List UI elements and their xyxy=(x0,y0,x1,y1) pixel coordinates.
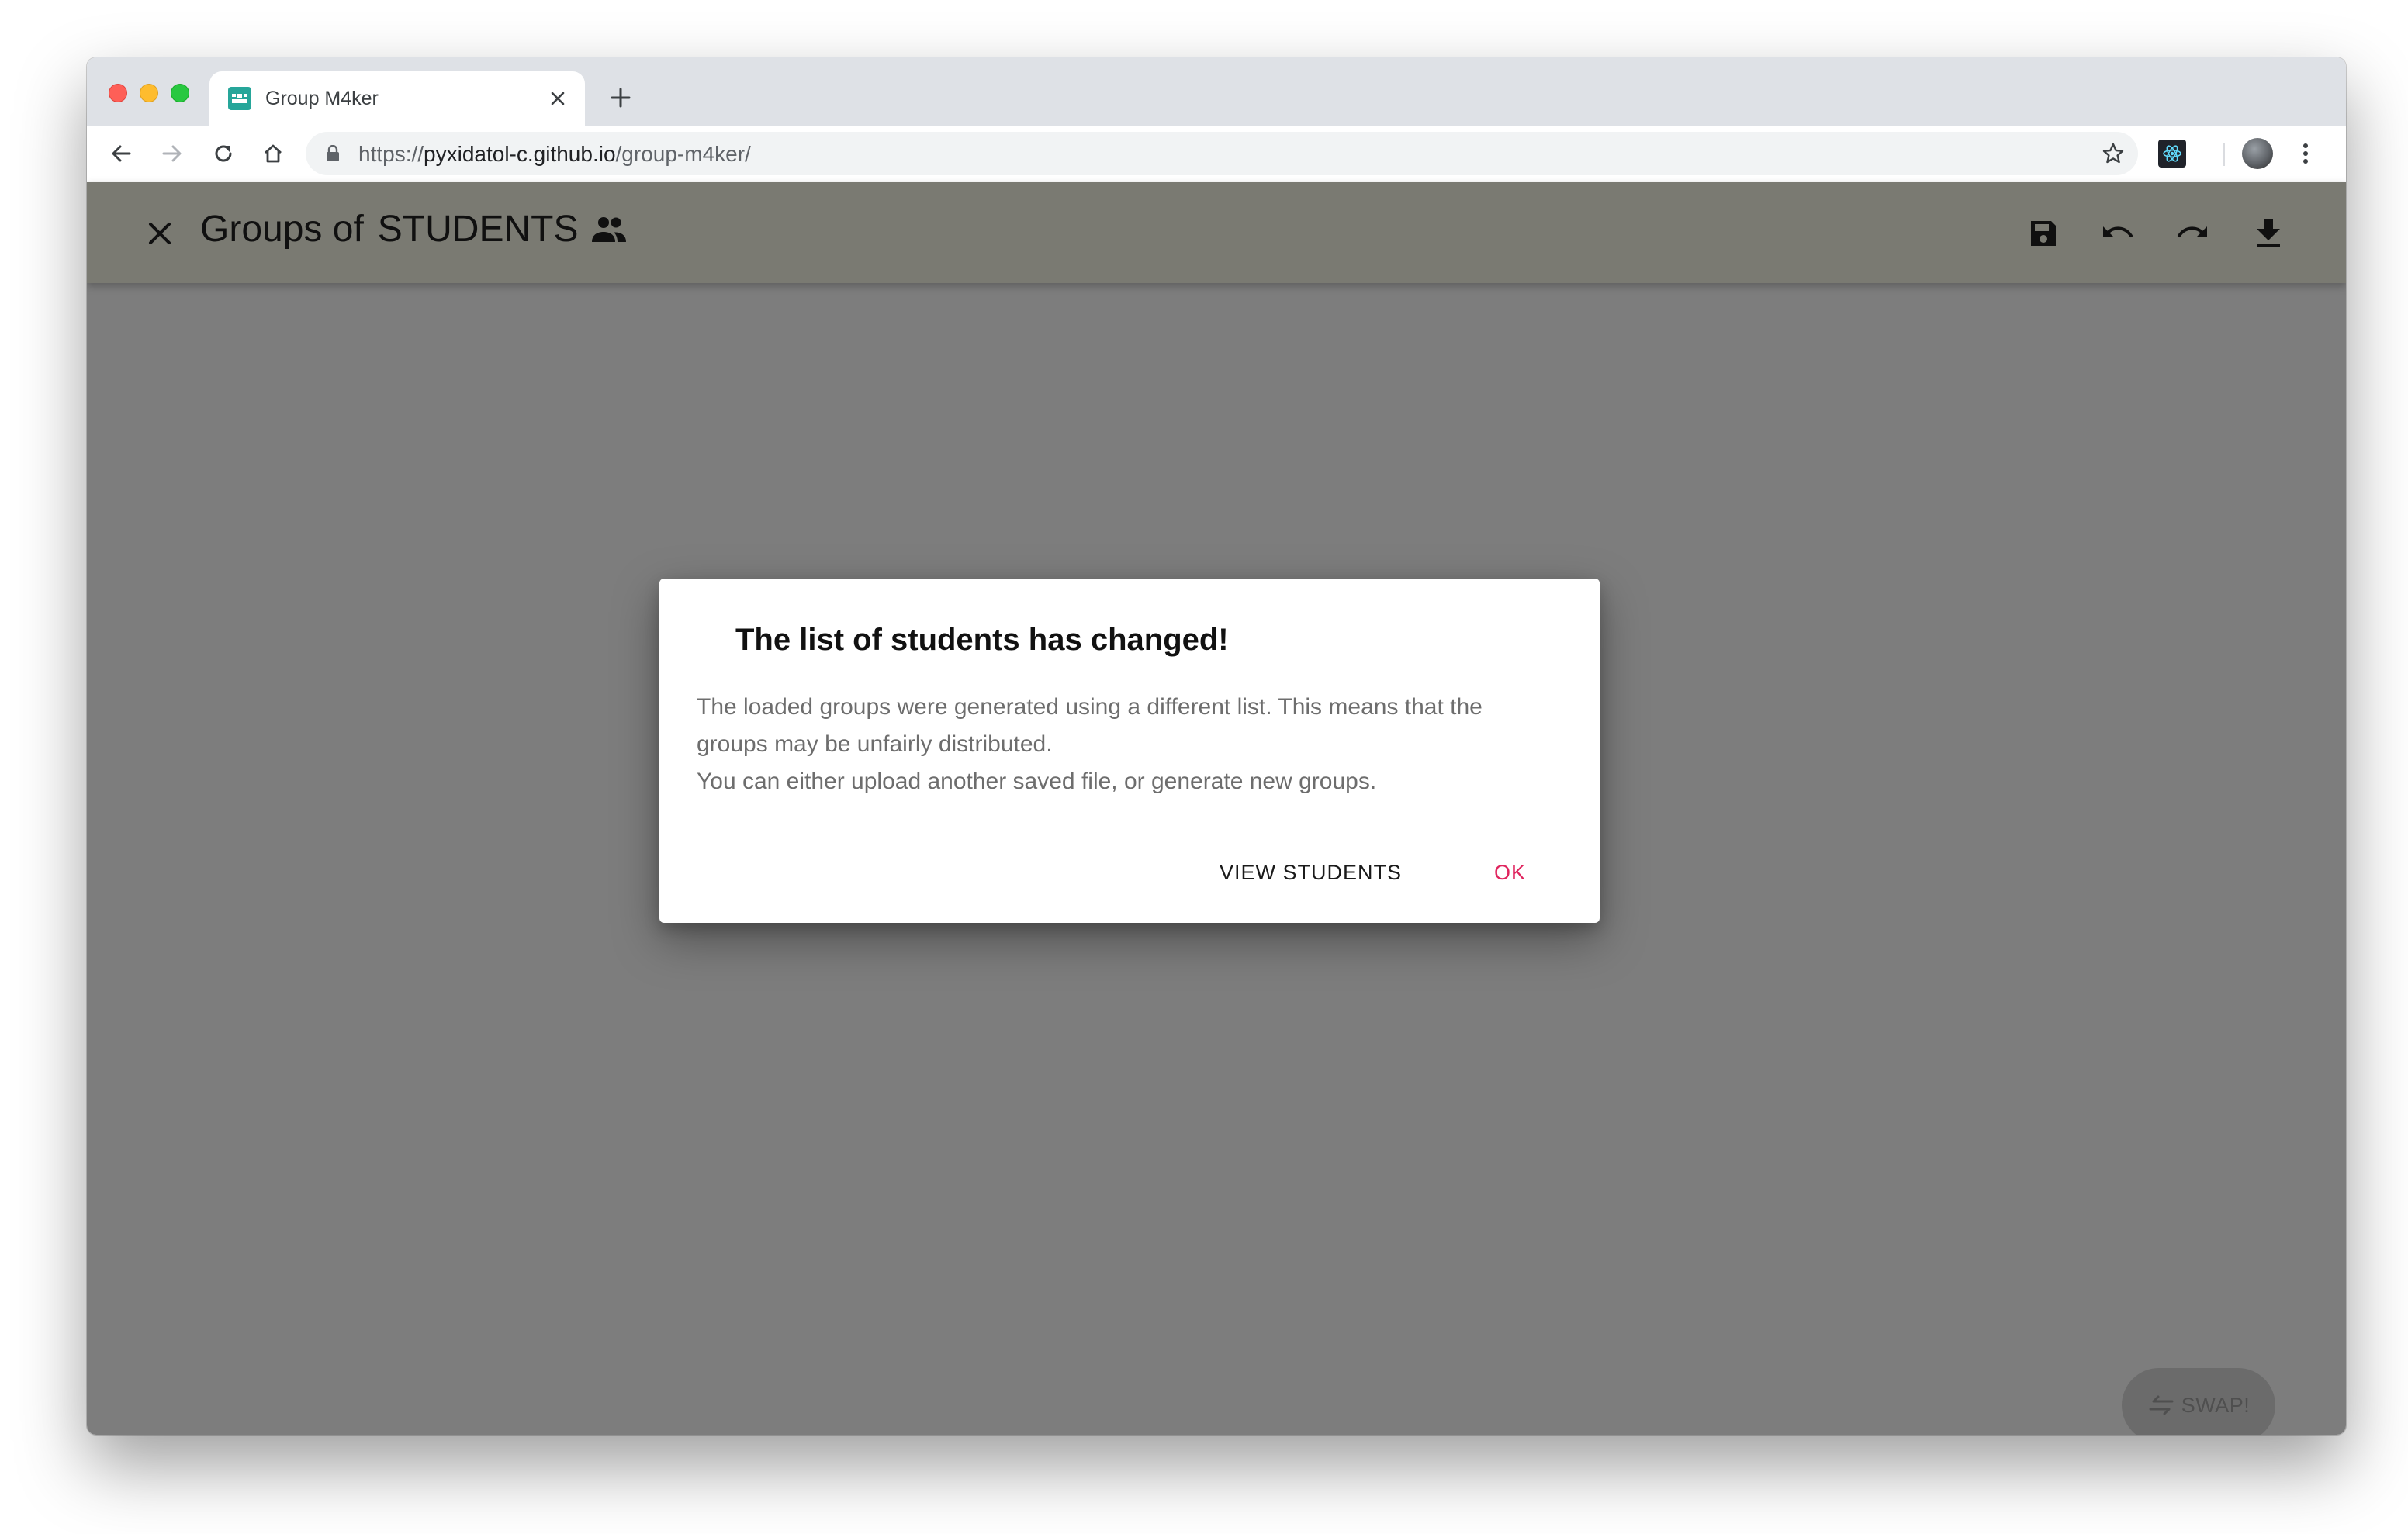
minimize-window-button[interactable] xyxy=(140,84,158,102)
dialog-message-line: The loaded groups were generated using a… xyxy=(697,694,1483,720)
new-tab-plus-icon[interactable] xyxy=(605,82,636,113)
bookmark-star-icon[interactable] xyxy=(2101,141,2126,166)
lock-icon[interactable] xyxy=(324,145,341,162)
url-scheme: https:// xyxy=(358,142,424,166)
dialog-message-line: You can either upload another saved file… xyxy=(697,769,1377,794)
view-students-button[interactable]: VIEW STUDENTS xyxy=(1220,853,1402,892)
maximize-window-button[interactable] xyxy=(171,84,189,102)
browser-menu-icon[interactable] xyxy=(2290,138,2321,169)
reload-icon[interactable] xyxy=(206,136,240,171)
address-bar[interactable]: https://pyxidatol-c.github.io/group-m4ke… xyxy=(306,132,2138,175)
dialog-message-line: groups may be unfairly distributed. xyxy=(697,731,1053,757)
tab-strip: Group M4ker xyxy=(87,57,2346,126)
profile-avatar[interactable] xyxy=(2242,138,2273,169)
dialog-title: The list of students has changed! xyxy=(735,623,1229,657)
url-host: pyxidatol-c.github.io xyxy=(424,142,616,166)
close-window-button[interactable] xyxy=(109,84,127,102)
students-changed-dialog: The list of students has changed! The lo… xyxy=(659,579,1600,923)
home-icon[interactable] xyxy=(256,136,290,171)
tab-close-icon[interactable] xyxy=(545,85,571,112)
toolbar-divider xyxy=(2223,143,2225,166)
group-favicon-icon xyxy=(228,87,251,110)
browser-toolbar: https://pyxidatol-c.github.io/group-m4ke… xyxy=(87,126,2346,181)
back-arrow-icon[interactable] xyxy=(104,136,138,171)
ok-button[interactable]: OK xyxy=(1494,853,1526,892)
url-path: /group-m4ker/ xyxy=(615,142,751,166)
url-text: https://pyxidatol-c.github.io/group-m4ke… xyxy=(358,143,751,166)
forward-arrow-icon[interactable] xyxy=(155,136,189,171)
tab-title: Group M4ker xyxy=(265,88,379,109)
dialog-message: The loaded groups were generated using a… xyxy=(697,689,1573,800)
browser-tab[interactable]: Group M4ker xyxy=(209,71,585,126)
react-devtools-extension-icon[interactable] xyxy=(2158,140,2186,168)
